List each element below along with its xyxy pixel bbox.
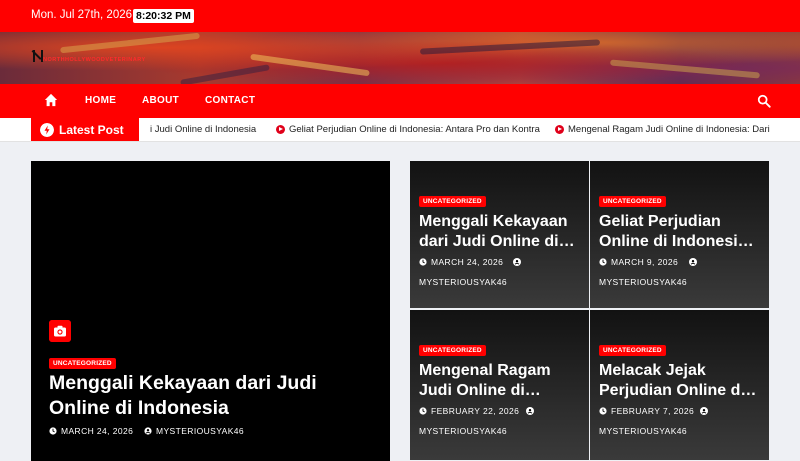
nav-item-contact[interactable]: CONTACT — [205, 95, 255, 106]
bolt-icon — [40, 123, 54, 137]
post-date-text: MARCH 9, 2026 — [611, 257, 679, 267]
ticker-item[interactable]: i Judi Online di Indonesia — [150, 124, 256, 135]
post-author-text[interactable]: MYSTERIOUSYAK46 — [599, 426, 687, 436]
user-icon — [144, 427, 152, 435]
top-bar: Mon. Jul 27th, 2026 8:20:32 PM — [0, 0, 800, 32]
post-author-text[interactable]: MYSTERIOUSYAK46 — [419, 277, 507, 287]
arrow-right-icon — [276, 125, 285, 134]
user-icon — [513, 258, 521, 266]
post-date: FEBRUARY 22, 2026 — [419, 406, 519, 416]
home-icon[interactable] — [44, 93, 58, 107]
clock-icon — [419, 258, 427, 266]
post-date: MARCH 24, 2026 — [419, 257, 503, 267]
user-icon — [689, 258, 697, 266]
nav-item-about[interactable]: ABOUT — [142, 95, 179, 106]
category-badge[interactable]: UNCATEGORIZED — [599, 345, 666, 356]
post-date: MARCH 24, 2026 — [49, 426, 133, 436]
latest-post-label-box: Latest Post — [31, 118, 139, 141]
current-date: Mon. Jul 27th, 2026 — [31, 9, 133, 21]
post-card[interactable]: UNCATEGORIZED Mengenal Ragam Judi Online… — [410, 310, 589, 460]
user-icon — [526, 407, 534, 415]
post-card-title[interactable]: Menggali Kekayaan dari Judi Online di… — [419, 212, 581, 252]
main-nav: HOME ABOUT CONTACT — [0, 84, 800, 118]
user-icon — [700, 407, 708, 415]
post-date-text: FEBRUARY 7, 2026 — [611, 406, 695, 416]
ticker-item[interactable]: Geliat Perjudian Online di Indonesia: An… — [289, 124, 540, 135]
clock-icon — [599, 258, 607, 266]
post-date: FEBRUARY 7, 2026 — [599, 406, 694, 416]
clock-icon — [599, 407, 607, 415]
clock-icon — [49, 427, 57, 435]
post-author-text[interactable]: MYSTERIOUSYAK46 — [599, 277, 687, 287]
post-card-title[interactable]: Geliat Perjudian Online di Indonesi… — [599, 212, 761, 252]
post-card[interactable]: UNCATEGORIZED Melacak Jejak Perjudian On… — [590, 310, 769, 460]
post-card-title[interactable]: Mengenal Ragam Judi Online di… — [419, 361, 581, 401]
post-card-title[interactable]: Melacak Jejak Perjudian Online d… — [599, 361, 761, 401]
ticker-item[interactable]: Mengenal Ragam Judi Online di Indonesia:… — [568, 124, 770, 135]
arrow-right-icon — [555, 125, 564, 134]
category-badge[interactable]: UNCATEGORIZED — [599, 196, 666, 207]
post-date: MARCH 9, 2026 — [599, 257, 678, 267]
post-author-text[interactable]: MYSTERIOUSYAK46 — [419, 426, 507, 436]
search-icon[interactable] — [757, 94, 771, 108]
logo-text: NORTHHOLLYWOODVETERINARY — [43, 57, 146, 63]
category-badge[interactable]: UNCATEGORIZED — [419, 196, 486, 207]
post-author-text[interactable]: MYSTERIOUSYAK46 — [156, 426, 244, 436]
category-badge[interactable]: UNCATEGORIZED — [419, 345, 486, 356]
nav-item-home[interactable]: HOME — [85, 95, 116, 106]
post-card[interactable]: UNCATEGORIZED Geliat Perjudian Online di… — [590, 161, 769, 308]
latest-post-ticker: Latest Post i Judi Online di Indonesia G… — [0, 118, 800, 142]
latest-post-label: Latest Post — [59, 123, 124, 137]
current-time: 8:20:32 PM — [133, 9, 194, 23]
clock-icon — [419, 407, 427, 415]
post-date-text: MARCH 24, 2026 — [61, 426, 134, 436]
category-badge[interactable]: UNCATEGORIZED — [49, 358, 116, 369]
post-date-text: FEBRUARY 22, 2026 — [431, 406, 520, 416]
post-date-text: MARCH 24, 2026 — [431, 257, 504, 267]
featured-post-title[interactable]: Menggali Kekayaan dari Judi Online di In… — [49, 371, 379, 421]
post-author[interactable]: MYSTERIOUSYAK46 — [144, 426, 244, 436]
post-card[interactable]: UNCATEGORIZED Menggali Kekayaan dari Jud… — [410, 161, 589, 308]
camera-icon — [49, 320, 71, 342]
